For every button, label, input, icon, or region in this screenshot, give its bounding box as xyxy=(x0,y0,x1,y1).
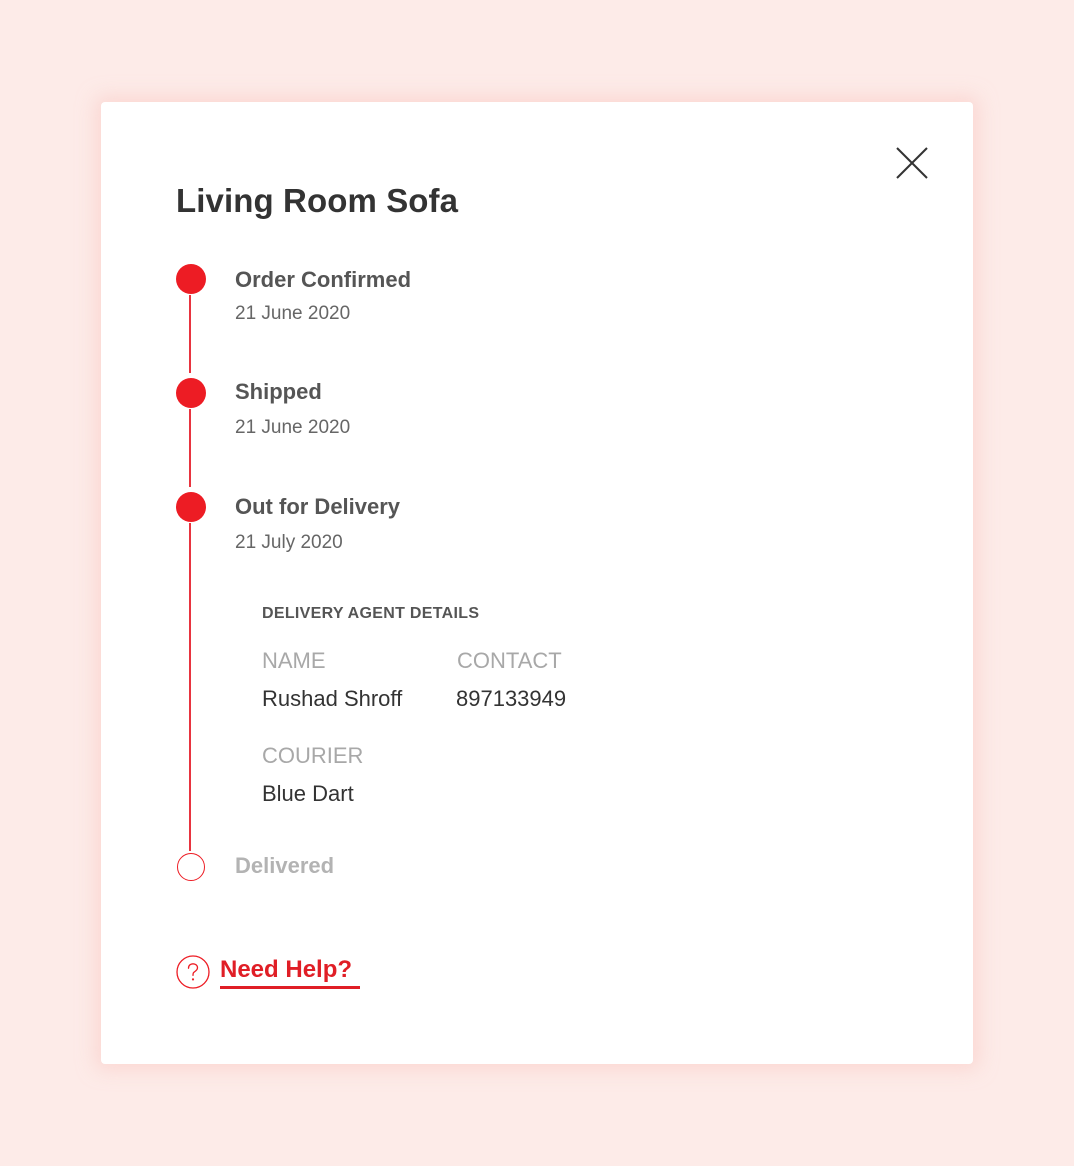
timeline-connector-2 xyxy=(189,409,191,487)
courier-label: COURIER xyxy=(262,743,364,768)
close-button[interactable] xyxy=(895,146,929,180)
step-date-order-confirmed: 21 June 2020 xyxy=(235,303,351,324)
step-date-out-for-delivery: 21 July 2020 xyxy=(235,532,343,553)
need-help-link[interactable]: Need Help? xyxy=(176,954,361,990)
timeline-connector-3 xyxy=(189,523,191,851)
agent-name-value: Rushad Shroff xyxy=(262,686,403,711)
step-label-order-confirmed: Order Confirmed xyxy=(235,267,412,292)
agent-contact-label: CONTACT xyxy=(457,648,562,673)
step-label-delivered: Delivered xyxy=(235,853,335,878)
timeline-dot-shipped xyxy=(176,378,206,408)
step-date-shipped: 21 June 2020 xyxy=(235,417,351,438)
timeline-connector-1 xyxy=(189,295,191,373)
order-tracking-card: Living Room Sofa Order Confirmed 21 June… xyxy=(101,102,973,1064)
close-icon xyxy=(896,147,928,179)
timeline-dot-delivered xyxy=(177,853,205,881)
step-label-out-for-delivery: Out for Delivery xyxy=(235,494,401,519)
timeline-dot-out-for-delivery xyxy=(176,492,206,522)
courier-value: Blue Dart xyxy=(262,781,354,806)
question-circle-icon xyxy=(176,955,210,989)
step-label-shipped: Shipped xyxy=(235,379,322,404)
agent-details-heading: DELIVERY AGENT DETAILS xyxy=(262,605,480,622)
product-title: Living Room Sofa xyxy=(176,182,459,219)
need-help-label[interactable]: Need Help? xyxy=(220,956,361,989)
agent-name-label: NAME xyxy=(262,648,326,673)
timeline-dot-order-confirmed xyxy=(176,264,206,294)
agent-contact-value: 897133949 xyxy=(456,686,567,711)
